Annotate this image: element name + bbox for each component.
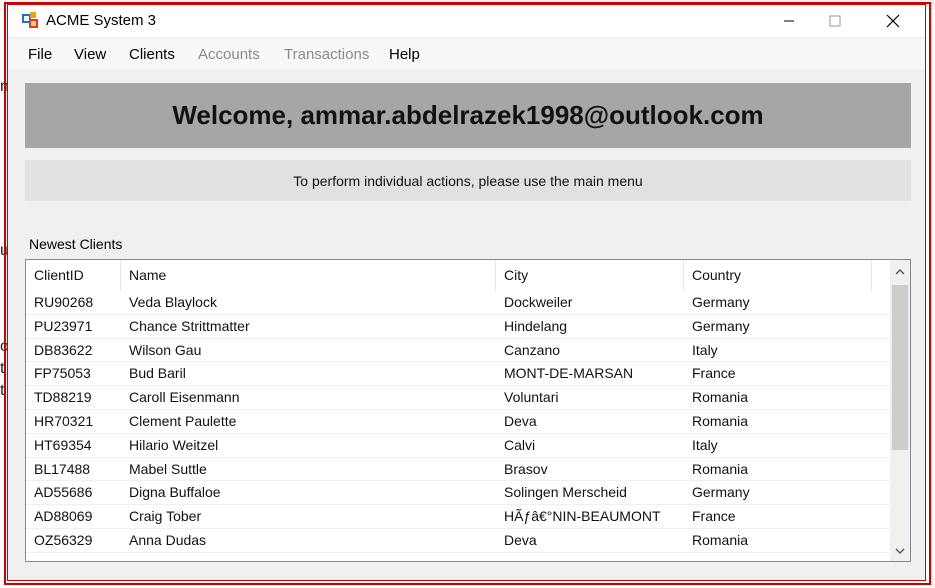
- cell-name: Bud Baril: [129, 365, 186, 382]
- table-row[interactable]: PU23971 Chance Strittmatter Hindelang Germa…: [26, 315, 890, 339]
- instructions-panel: To perform individual actions, please us…: [25, 160, 911, 201]
- cell-name: Wilson Gau: [129, 341, 202, 358]
- app-window-icon: [22, 12, 38, 28]
- table-row[interactable]: AD88069 Craig Tober HÃƒâ€°NIN-BEAUMONT Fran…: [26, 505, 890, 529]
- cell-clientid: TD88219: [34, 389, 92, 406]
- cell-country: Germany: [692, 484, 750, 501]
- cell-name: Caroll Eisenmann: [129, 389, 240, 406]
- main-window: ACME System 3 File View Clients Accounts…: [7, 4, 926, 581]
- cell-country: Romania: [692, 412, 749, 429]
- cell-clientid: DB83622: [34, 341, 93, 358]
- cell-country: Romania: [692, 460, 749, 477]
- column-header-name[interactable]: Name: [121, 260, 496, 291]
- table-row[interactable]: TD88219 Caroll Eisenmann Voluntari Romania: [26, 386, 890, 410]
- cell-clientid: AD55686: [34, 484, 93, 501]
- cell-name: Digna Buffaloe: [129, 484, 221, 501]
- cell-city: Deva: [504, 412, 537, 429]
- cell-country: Romania: [692, 531, 749, 548]
- minimize-button[interactable]: [766, 5, 812, 37]
- cell-city: Solingen Merscheid: [504, 484, 627, 501]
- table-row[interactable]: AD55686 Digna Buffaloe Solingen Merscheid G…: [26, 481, 890, 506]
- cell-clientid: HR70321: [34, 412, 94, 429]
- table-header: ClientID Name City Country: [26, 260, 890, 291]
- column-header-city[interactable]: City: [496, 260, 684, 291]
- table-row[interactable]: OZ56329 Anna Dudas Deva Romania: [26, 529, 890, 553]
- cell-city: Deva: [504, 531, 537, 548]
- close-button[interactable]: [870, 5, 916, 37]
- cell-name: Clement Paulette: [129, 412, 237, 429]
- cell-clientid: AD88069: [34, 508, 93, 525]
- cell-city: Hindelang: [504, 317, 568, 334]
- cell-country: Germany: [692, 317, 750, 334]
- cell-name: Craig Tober: [129, 508, 202, 525]
- cell-clientid: FP75053: [34, 365, 91, 382]
- table-row[interactable]: HR70321 Clement Paulette Deva Romania: [26, 410, 890, 434]
- cell-city: Canzano: [504, 341, 561, 358]
- table-row[interactable]: BL17488 Mabel Suttle Brasov Romania: [26, 458, 890, 482]
- background-text-fragment: t: [0, 360, 5, 377]
- menu-view[interactable]: View: [74, 46, 106, 63]
- menu-help[interactable]: Help: [389, 46, 420, 63]
- table-row[interactable]: DB83622 Wilson Gau Canzano Italy: [26, 339, 890, 363]
- scroll-thumb[interactable]: [892, 285, 908, 450]
- vertical-scrollbar[interactable]: [890, 260, 910, 561]
- chevron-down-icon: [895, 541, 905, 559]
- cell-country: Italy: [692, 341, 718, 358]
- menu-clients[interactable]: Clients: [129, 46, 175, 63]
- cell-clientid: RU90268: [34, 294, 94, 310]
- welcome-banner: Welcome, ammar.abdelrazek1998@outlook.co…: [25, 83, 911, 148]
- menu-file[interactable]: File: [28, 46, 52, 63]
- cell-name: Veda Blaylock: [129, 294, 217, 310]
- cell-city: HÃƒâ€°NIN-BEAUMONT: [504, 508, 661, 525]
- cell-city: Brasov: [504, 460, 548, 477]
- cell-name: Anna Dudas: [129, 531, 207, 548]
- menu-bar: File View Clients Accounts Transactions …: [8, 39, 925, 69]
- cell-country: France: [692, 508, 736, 525]
- table-row[interactable]: FP75053 Bud Baril MONT-DE-MARSAN France: [26, 362, 890, 387]
- cell-name: Hilario Weitzel: [129, 436, 219, 453]
- table-body: RU90268 Veda Blaylock Dockweiler Germany PU2…: [26, 291, 890, 553]
- title-bar[interactable]: ACME System 3: [8, 5, 925, 37]
- cell-clientid: BL17488: [34, 460, 91, 477]
- chevron-up-icon: [895, 262, 905, 280]
- newest-clients-label: Newest Clients: [29, 236, 123, 252]
- cell-city: Calvi: [504, 436, 536, 453]
- cell-name: Mabel Suttle: [129, 460, 207, 477]
- cell-clientid: OZ56329: [34, 531, 93, 548]
- cell-city: Voluntari: [504, 389, 559, 406]
- cell-name: Chance Strittmatter: [129, 317, 250, 334]
- window-title: ACME System 3: [46, 12, 157, 29]
- column-header-clientid[interactable]: ClientID: [26, 260, 121, 291]
- cell-country: Germany: [692, 294, 750, 310]
- menu-accounts[interactable]: Accounts: [198, 46, 260, 63]
- cell-clientid: PU23971: [34, 317, 93, 334]
- column-header-country[interactable]: Country: [684, 260, 872, 291]
- close-icon: [886, 14, 900, 28]
- maximize-icon: [829, 15, 841, 27]
- cell-country: France: [692, 365, 736, 382]
- cell-country: Romania: [692, 389, 749, 406]
- table-row[interactable]: RU90268 Veda Blaylock Dockweiler Germany: [26, 291, 890, 315]
- maximize-button[interactable]: [812, 5, 858, 37]
- menu-transactions[interactable]: Transactions: [284, 46, 369, 63]
- minimize-icon: [783, 15, 795, 27]
- cell-city: Dockweiler: [504, 294, 573, 310]
- cell-country: Italy: [692, 436, 718, 453]
- scroll-up-button[interactable]: [890, 260, 910, 282]
- scroll-down-button[interactable]: [890, 539, 910, 561]
- clients-table[interactable]: ClientID Name City Country RU90268 Veda B…: [25, 259, 911, 562]
- cell-clientid: HT69354: [34, 436, 92, 453]
- cell-city: MONT-DE-MARSAN: [504, 365, 634, 382]
- table-row[interactable]: HT69354 Hilario Weitzel Calvi Italy: [26, 434, 890, 458]
